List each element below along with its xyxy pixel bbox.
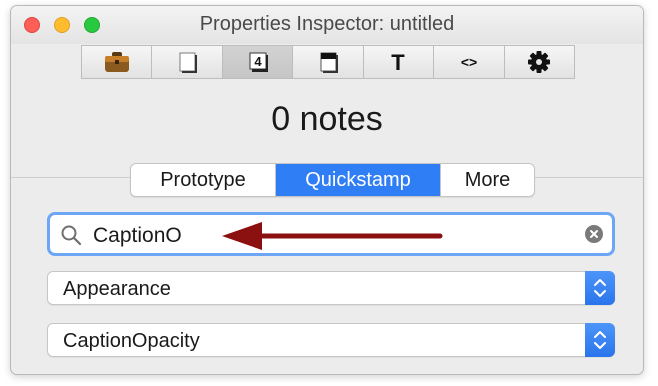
toolbar-button-code[interactable]: <>: [434, 46, 505, 78]
toolbar-button-settings[interactable]: [504, 46, 574, 78]
notes-count: 0 notes: [271, 100, 383, 138]
search-input-value[interactable]: CaptionO: [93, 224, 182, 248]
toolbar-button-note[interactable]: [152, 46, 223, 78]
svg-text:<>: <>: [461, 54, 477, 70]
title-bar: Properties Inspector: untitled: [11, 6, 643, 44]
attribute-popup-value: CaptionOpacity: [63, 330, 200, 352]
chevron-up-down-icon: [594, 331, 606, 349]
category-popup-stepper[interactable]: [585, 271, 615, 305]
toolbar-button-appearance[interactable]: [293, 46, 364, 78]
attribute-popup[interactable]: CaptionOpacity: [47, 323, 615, 357]
note-page-icon: [179, 52, 198, 73]
properties-inspector-window: Properties Inspector: untitled 4 T <> 0 …: [10, 5, 644, 375]
attribute-search-field[interactable]: CaptionO: [47, 212, 615, 256]
clear-search-button[interactable]: [585, 225, 603, 243]
window-title: Properties Inspector: untitled: [199, 13, 455, 35]
tab-prototype[interactable]: Prototype: [131, 164, 276, 196]
text-icon: T: [392, 50, 406, 75]
category-popup-value: Appearance: [63, 278, 171, 300]
inspector-toolbar: 4 T <>: [81, 45, 575, 79]
category-popup[interactable]: Appearance: [47, 271, 615, 305]
svg-text:4: 4: [254, 54, 262, 69]
attribute-popup-stepper[interactable]: [585, 323, 615, 357]
svg-text:T: T: [392, 50, 406, 75]
badge-four-icon: 4: [249, 52, 268, 72]
inspector-tabs: Prototype Quickstamp More: [130, 163, 535, 197]
clear-icon: [590, 230, 598, 238]
code-brackets-icon: <>: [461, 54, 477, 70]
appearance-icon: [320, 52, 338, 73]
tab-more[interactable]: More: [440, 164, 534, 196]
gear-icon: [528, 51, 551, 73]
search-icon: [61, 225, 82, 246]
toolbar-button-badge[interactable]: 4: [222, 46, 294, 78]
toolbar-button-general[interactable]: [82, 46, 153, 78]
briefcase-icon: [104, 52, 129, 72]
toolbar-button-text[interactable]: T: [363, 46, 435, 78]
chevron-up-down-icon: [594, 279, 606, 297]
tab-quickstamp[interactable]: Quickstamp: [276, 164, 440, 196]
